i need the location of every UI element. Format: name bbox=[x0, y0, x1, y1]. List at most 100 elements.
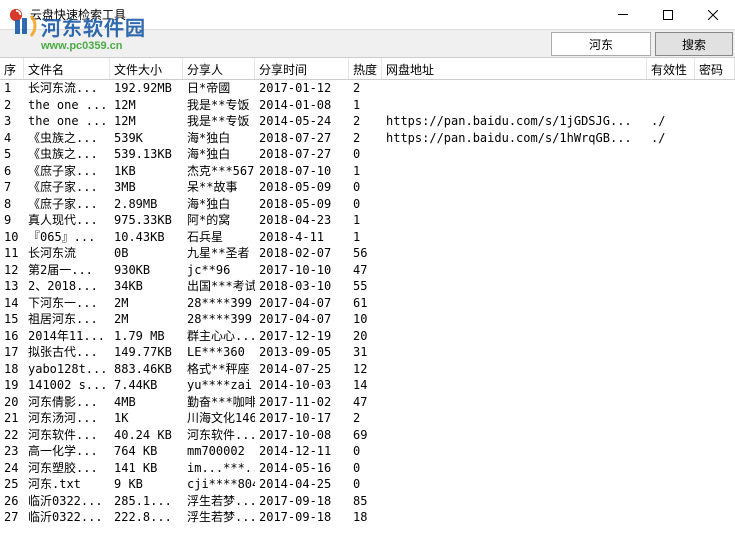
cell-url bbox=[382, 278, 647, 295]
cell-valid bbox=[647, 509, 695, 526]
cell-heat: 55 bbox=[349, 278, 382, 295]
cell-heat: 1 bbox=[349, 163, 382, 180]
table-row[interactable]: 20河东倩影...4MB勤奋***咖啡2017-11-0247 bbox=[0, 394, 735, 411]
cell-name: 《虫族之... bbox=[24, 146, 110, 163]
cell-seq: 4 bbox=[0, 130, 24, 147]
cell-time: 2017-04-07 bbox=[255, 295, 349, 312]
cell-valid bbox=[647, 229, 695, 246]
col-filename[interactable]: 文件名 bbox=[24, 58, 110, 79]
close-button[interactable] bbox=[690, 0, 735, 29]
cell-size: 539K bbox=[110, 130, 183, 147]
cell-name: 河东汤河... bbox=[24, 410, 110, 427]
cell-size: 4MB bbox=[110, 394, 183, 411]
cell-valid bbox=[647, 377, 695, 394]
cell-sharer: 杰克***567 bbox=[183, 163, 255, 180]
table-row[interactable]: 21河东汤河...1K川海文化1462017-10-172 bbox=[0, 410, 735, 427]
cell-sharer: mm700002 bbox=[183, 443, 255, 460]
col-password[interactable]: 密码 bbox=[695, 58, 735, 79]
cell-time: 2018-07-27 bbox=[255, 130, 349, 147]
table-row[interactable]: 25河东.txt9 KBcji****80412014-04-250 bbox=[0, 476, 735, 493]
table-row[interactable]: 26临沂0322...285.1...浮生若梦...2017-09-1885 bbox=[0, 493, 735, 510]
cell-name: 《庶子家... bbox=[24, 196, 110, 213]
table-row[interactable]: 11长河东流0B九星**圣者2018-02-0756 bbox=[0, 245, 735, 262]
table-row[interactable]: 3the one ...12M我是**专饭2014-05-242https://… bbox=[0, 113, 735, 130]
cell-sharer: yu****zai bbox=[183, 377, 255, 394]
table-row[interactable]: 162014年11...1.79 MB群主心心...2017-12-1920 bbox=[0, 328, 735, 345]
cell-seq: 25 bbox=[0, 476, 24, 493]
table-row[interactable]: 19141002 s...7.44KByu****zai2014-10-0314 bbox=[0, 377, 735, 394]
cell-url bbox=[382, 476, 647, 493]
search-button[interactable]: 搜索 bbox=[655, 32, 733, 56]
table-row[interactable]: 7《庶子家...3MB呆**故事2018-05-090 bbox=[0, 179, 735, 196]
cell-size: 285.1... bbox=[110, 493, 183, 510]
search-input[interactable] bbox=[551, 32, 651, 56]
table-row[interactable]: 10『065』...10.43KB石兵星2018-4-111 bbox=[0, 229, 735, 246]
cell-sharer: 九星**圣者 bbox=[183, 245, 255, 262]
table-row[interactable]: 12第2届一...930KBjc**962017-10-1047 bbox=[0, 262, 735, 279]
cell-heat: 0 bbox=[349, 443, 382, 460]
cell-pass bbox=[695, 311, 735, 328]
cell-size: 12M bbox=[110, 113, 183, 130]
table-row[interactable]: 17拟张古代...149.77KBLE***3602013-09-0531 bbox=[0, 344, 735, 361]
cell-seq: 5 bbox=[0, 146, 24, 163]
table-row[interactable]: 18yabo128t...883.46KB格式**秤座2014-07-2512 bbox=[0, 361, 735, 378]
cell-valid bbox=[647, 278, 695, 295]
minimize-button[interactable] bbox=[600, 0, 645, 29]
table-row[interactable]: 23高一化学...764 KBmm7000022014-12-110 bbox=[0, 443, 735, 460]
cell-name: 长河东流 bbox=[24, 245, 110, 262]
col-seq[interactable]: 序 bbox=[0, 58, 24, 79]
cell-pass bbox=[695, 476, 735, 493]
cell-pass bbox=[695, 328, 735, 345]
cell-heat: 2 bbox=[349, 410, 382, 427]
cell-heat: 0 bbox=[349, 476, 382, 493]
table-row[interactable]: 22河东软件...40.24 KB河东软件...2017-10-0869 bbox=[0, 427, 735, 444]
table-header: 序 文件名 文件大小 分享人 分享时间 热度 网盘地址 有效性 密码 bbox=[0, 58, 735, 80]
col-sharer[interactable]: 分享人 bbox=[183, 58, 255, 79]
cell-heat: 0 bbox=[349, 460, 382, 477]
table-row[interactable]: 1长河东流...192.92MB日*帝國2017-01-122 bbox=[0, 80, 735, 97]
cell-valid bbox=[647, 410, 695, 427]
col-heat[interactable]: 热度 bbox=[349, 58, 382, 79]
cell-size: 7.44KB bbox=[110, 377, 183, 394]
cell-url bbox=[382, 460, 647, 477]
col-filesize[interactable]: 文件大小 bbox=[110, 58, 183, 79]
cell-seq: 26 bbox=[0, 493, 24, 510]
table-row[interactable]: 5《虫族之...539.13KB海*独白2018-07-270 bbox=[0, 146, 735, 163]
col-url[interactable]: 网盘地址 bbox=[382, 58, 647, 79]
cell-heat: 0 bbox=[349, 146, 382, 163]
table-body[interactable]: 1长河东流...192.92MB日*帝國2017-01-1222the one … bbox=[0, 80, 735, 532]
cell-heat: 14 bbox=[349, 377, 382, 394]
cell-name: 141002 s... bbox=[24, 377, 110, 394]
cell-time: 2014-07-25 bbox=[255, 361, 349, 378]
cell-seq: 21 bbox=[0, 410, 24, 427]
col-sharetime[interactable]: 分享时间 bbox=[255, 58, 349, 79]
cell-url: https://pan.baidu.com/s/1jGDSJG... bbox=[382, 113, 647, 130]
cell-pass bbox=[695, 163, 735, 180]
cell-sharer: 勤奋***咖啡 bbox=[183, 394, 255, 411]
cell-time: 2017-01-12 bbox=[255, 80, 349, 97]
cell-size: 9 KB bbox=[110, 476, 183, 493]
cell-valid bbox=[647, 394, 695, 411]
table-row[interactable]: 27临沂0322...222.8...浮生若梦...2017-09-1818 bbox=[0, 509, 735, 526]
maximize-button[interactable] bbox=[645, 0, 690, 29]
table-row[interactable]: 9真人现代...975.33KB阿*的窝2018-04-231 bbox=[0, 212, 735, 229]
cell-url bbox=[382, 509, 647, 526]
table-row[interactable]: 4《虫族之...539K海*独白2018-07-272https://pan.b… bbox=[0, 130, 735, 147]
cell-heat: 0 bbox=[349, 196, 382, 213]
cell-time: 2014-05-16 bbox=[255, 460, 349, 477]
table-row[interactable]: 14下河东一...2M28****3992017-04-0761 bbox=[0, 295, 735, 312]
cell-name: 河东倩影... bbox=[24, 394, 110, 411]
table-row[interactable]: 6《庶子家...1KB杰克***5672018-07-101 bbox=[0, 163, 735, 180]
table-row[interactable]: 132、2018...34KB出国***考试2018-03-1055 bbox=[0, 278, 735, 295]
cell-size: 1K bbox=[110, 410, 183, 427]
table-row[interactable]: 2the one ...12M我是**专饭2014-01-081 bbox=[0, 97, 735, 114]
cell-name: 河东软件... bbox=[24, 427, 110, 444]
cell-valid: ./ bbox=[647, 130, 695, 147]
cell-pass bbox=[695, 212, 735, 229]
cell-url bbox=[382, 80, 647, 97]
table-row[interactable]: 24河东塑胶...141 KBim...***...2014-05-160 bbox=[0, 460, 735, 477]
table-row[interactable]: 15祖居河东...2M28****3992017-04-0710 bbox=[0, 311, 735, 328]
col-validity[interactable]: 有效性 bbox=[647, 58, 695, 79]
table-row[interactable]: 8《庶子家...2.89MB海*独白2018-05-090 bbox=[0, 196, 735, 213]
cell-seq: 15 bbox=[0, 311, 24, 328]
